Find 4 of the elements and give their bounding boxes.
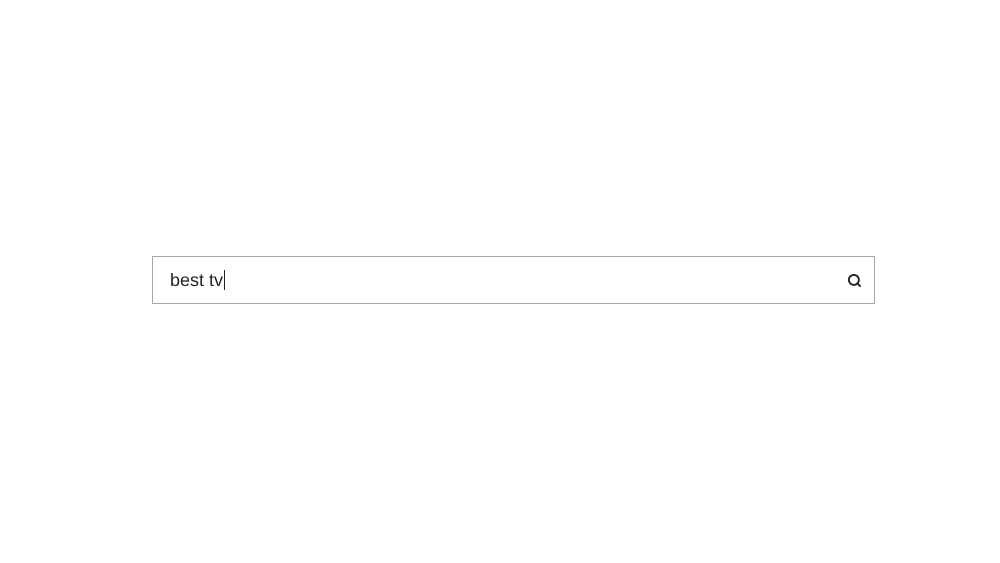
search-icon[interactable] xyxy=(847,272,862,288)
search-field[interactable]: best tv xyxy=(152,256,875,304)
search-text: best tv xyxy=(170,268,224,292)
text-caret xyxy=(224,270,226,290)
